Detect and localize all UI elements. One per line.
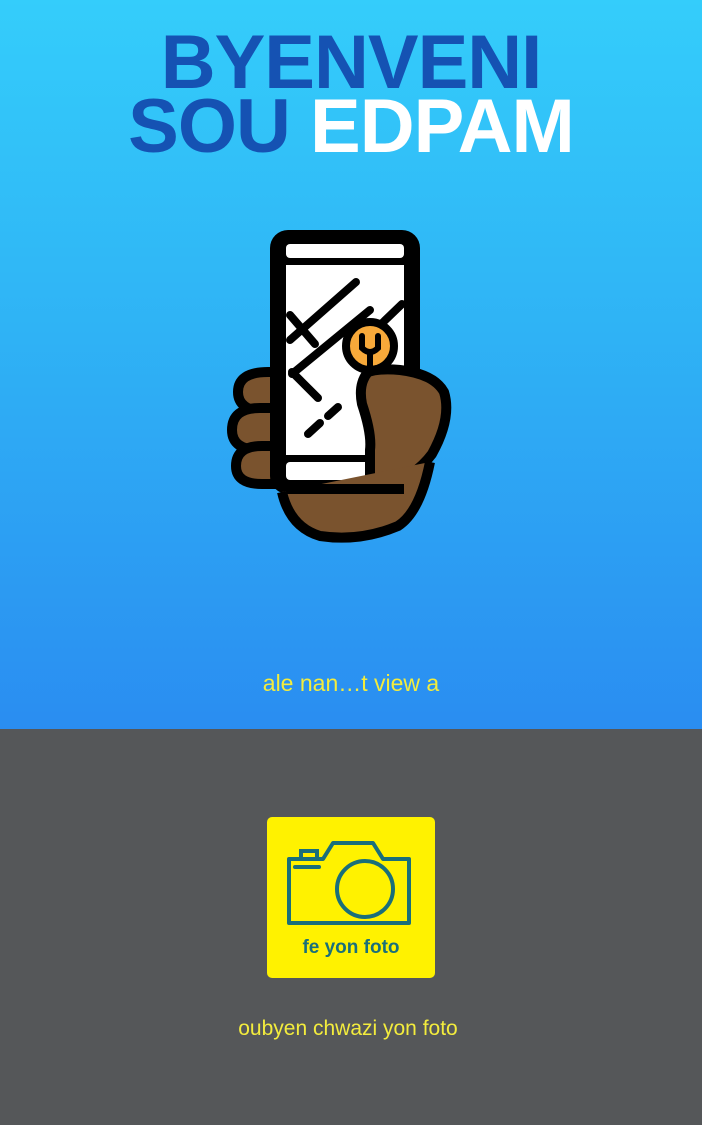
welcome-title-line2: SOU EDPAM	[0, 89, 702, 165]
choose-photo-link[interactable]: oubyen chwazi yon foto	[0, 1017, 696, 1041]
welcome-title-prefix: SOU	[128, 84, 291, 169]
app-name: EDPAM	[310, 84, 575, 169]
take-photo-label: fe yon foto	[302, 937, 400, 958]
hand-holding-phone-icon	[227, 230, 452, 543]
take-photo-button[interactable]: fe yon foto	[267, 817, 435, 978]
ar-view-link[interactable]: ale nan…t view a	[0, 670, 702, 697]
hero-section: BYENVENI SOU EDPAM ale nan…t view a	[0, 0, 702, 729]
camera-icon	[287, 841, 411, 925]
